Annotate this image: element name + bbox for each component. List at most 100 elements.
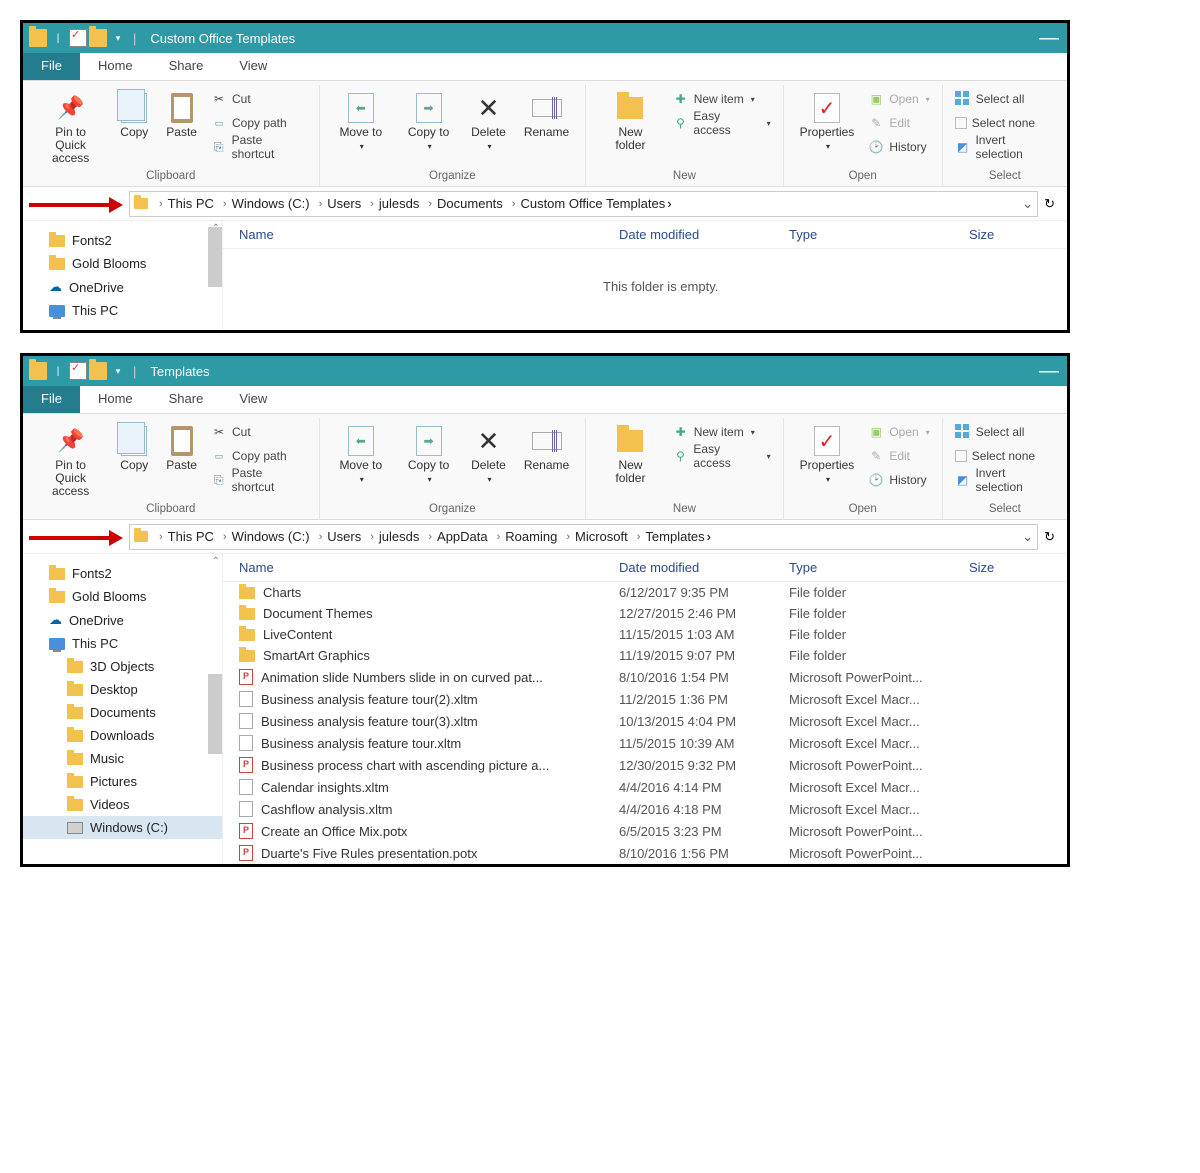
col-name[interactable]: Name (239, 560, 619, 575)
invert-selection-button[interactable]: ◩Invert selection (955, 470, 1055, 490)
copy-button[interactable]: Copy (112, 87, 156, 141)
file-row[interactable]: Duarte's Five Rules presentation.potx8/1… (223, 842, 1067, 864)
col-type[interactable]: Type (789, 560, 969, 575)
sidebar-item[interactable]: This PC (23, 632, 222, 655)
easy-access-button[interactable]: ⚲Easy access▾ (673, 113, 771, 133)
edit-button[interactable]: ✎Edit (868, 446, 929, 466)
new-item-button[interactable]: ✚New item▾ (673, 89, 771, 109)
tab-file[interactable]: File (23, 53, 80, 80)
col-type[interactable]: Type (789, 227, 969, 242)
breadcrumb-segment[interactable]: ›Users (312, 529, 364, 544)
tab-home[interactable]: Home (80, 386, 151, 413)
copy-path-button[interactable]: ▭Copy path (211, 446, 307, 466)
qat-dropdown-icon[interactable]: ▾ (109, 362, 127, 380)
refresh-button[interactable]: ↻ (1038, 529, 1061, 545)
paste-button[interactable]: Paste (158, 87, 205, 141)
file-row[interactable]: Business analysis feature tour.xltm11/5/… (223, 732, 1067, 754)
file-row[interactable]: Business analysis feature tour(3).xltm10… (223, 710, 1067, 732)
select-none-button[interactable]: Select none (955, 446, 1055, 466)
sidebar-item[interactable]: Downloads (23, 724, 222, 747)
cut-button[interactable]: ✂Cut (211, 89, 307, 109)
qat-newfolder-icon[interactable] (89, 362, 107, 380)
breadcrumb-segment[interactable]: ›julesds (363, 529, 421, 544)
sidebar-item[interactable]: Desktop (23, 678, 222, 701)
sidebar-item[interactable]: Pictures (23, 770, 222, 793)
sidebar-item[interactable]: Documents (23, 701, 222, 724)
breadcrumb-segment[interactable]: ›This PC (152, 529, 216, 544)
new-folder-button[interactable]: New folder (594, 420, 667, 487)
file-row[interactable]: Charts6/12/2017 9:35 PMFile folder (223, 582, 1067, 603)
select-all-button[interactable]: Select all (955, 89, 1055, 109)
qat-folder-icon[interactable] (29, 362, 47, 380)
tab-share[interactable]: Share (151, 386, 222, 413)
properties-button[interactable]: ✓Properties▾ (792, 420, 863, 488)
file-row[interactable]: Business process chart with ascending pi… (223, 754, 1067, 776)
title-bar[interactable]: | ▾ | Templates — (23, 356, 1067, 386)
file-row[interactable]: Create an Office Mix.potx6/5/2015 3:23 P… (223, 820, 1067, 842)
sidebar-item[interactable]: Videos (23, 793, 222, 816)
file-row[interactable]: Cashflow analysis.xltm4/4/2016 4:18 PMMi… (223, 798, 1067, 820)
breadcrumb-segment[interactable]: ›Microsoft (559, 529, 629, 544)
breadcrumb-segment[interactable]: ›julesds (363, 196, 421, 211)
copy-to-button[interactable]: ➡Copy to ▾ (396, 87, 461, 155)
col-date[interactable]: Date modified (619, 560, 789, 575)
address-dropdown-icon[interactable]: ⌄ (1022, 196, 1033, 212)
file-row[interactable]: Animation slide Numbers slide in on curv… (223, 666, 1067, 688)
select-all-button[interactable]: Select all (955, 422, 1055, 442)
scrollbar-thumb[interactable] (208, 227, 222, 287)
minimize-button[interactable]: — (1039, 27, 1067, 50)
sidebar-item[interactable]: Gold Blooms (23, 252, 222, 275)
scroll-up-icon[interactable]: ⌃ (212, 556, 220, 567)
breadcrumb-segment[interactable]: ›Templates (630, 529, 707, 544)
file-row[interactable]: Document Themes12/27/2015 2:46 PMFile fo… (223, 603, 1067, 624)
rename-button[interactable]: Rename (516, 87, 577, 141)
breadcrumb-segment[interactable]: ›Documents (421, 196, 504, 211)
tab-view[interactable]: View (221, 53, 285, 80)
file-row[interactable]: LiveContent11/15/2015 1:03 AMFile folder (223, 624, 1067, 645)
column-headers[interactable]: Name Date modified Type Size (223, 554, 1067, 582)
qat-properties-icon[interactable] (69, 362, 87, 380)
col-size[interactable]: Size (969, 560, 1051, 575)
delete-button[interactable]: ✕Delete▾ (463, 420, 514, 488)
invert-selection-button[interactable]: ◩Invert selection (955, 137, 1055, 157)
sidebar-item[interactable]: This PC (23, 299, 222, 322)
delete-button[interactable]: ✕Delete▾ (463, 87, 514, 155)
breadcrumb-segment[interactable]: ›Windows (C:) (216, 529, 312, 544)
sidebar-item[interactable]: 3D Objects (23, 655, 222, 678)
title-bar[interactable]: | ▾ | Custom Office Templates — (23, 23, 1067, 53)
breadcrumb-segment[interactable]: ›Custom Office Templates (505, 196, 667, 211)
pin-to-quick-access-button[interactable]: 📌Pin to Quickaccess (31, 420, 110, 500)
tab-home[interactable]: Home (80, 53, 151, 80)
paste-shortcut-button[interactable]: ⎘Paste shortcut (211, 137, 307, 157)
copy-path-button[interactable]: ▭Copy path (211, 113, 307, 133)
sidebar-item[interactable]: Windows (C:) (23, 816, 222, 839)
sidebar-item[interactable]: ☁OneDrive (23, 275, 222, 299)
file-row[interactable]: Calendar insights.xltm4/4/2016 4:14 PMMi… (223, 776, 1067, 798)
col-size[interactable]: Size (969, 227, 1051, 242)
breadcrumb-segment[interactable]: ›Windows (C:) (216, 196, 312, 211)
tab-view[interactable]: View (221, 386, 285, 413)
sidebar-item[interactable]: Music (23, 747, 222, 770)
breadcrumb-segment[interactable]: ›Roaming (490, 529, 560, 544)
minimize-button[interactable]: — (1039, 360, 1067, 383)
new-item-button[interactable]: ✚New item▾ (673, 422, 771, 442)
open-button[interactable]: ▣Open▾ (868, 89, 929, 109)
address-bar[interactable]: ›This PC›Windows (C:)›Users›julesds›AppD… (129, 524, 1038, 550)
qat-newfolder-icon[interactable] (89, 29, 107, 47)
sidebar-item[interactable]: Fonts2 (23, 562, 222, 585)
qat-properties-icon[interactable] (69, 29, 87, 47)
tab-file[interactable]: File (23, 386, 80, 413)
easy-access-button[interactable]: ⚲Easy access▾ (673, 446, 771, 466)
address-dropdown-icon[interactable]: ⌄ (1022, 529, 1033, 545)
select-none-button[interactable]: Select none (955, 113, 1055, 133)
sidebar-item[interactable]: Fonts2 (23, 229, 222, 252)
breadcrumb-segment[interactable]: ›Users (312, 196, 364, 211)
refresh-button[interactable]: ↻ (1038, 196, 1061, 212)
col-name[interactable]: Name (239, 227, 619, 242)
col-date[interactable]: Date modified (619, 227, 789, 242)
pin-to-quick-access-button[interactable]: 📌Pin to Quickaccess (31, 87, 110, 167)
file-row[interactable]: SmartArt Graphics11/19/2015 9:07 PMFile … (223, 645, 1067, 666)
move-to-button[interactable]: ⬅Move to ▾ (328, 87, 394, 155)
column-headers[interactable]: Name Date modified Type Size (223, 221, 1067, 249)
edit-button[interactable]: ✎Edit (868, 113, 929, 133)
